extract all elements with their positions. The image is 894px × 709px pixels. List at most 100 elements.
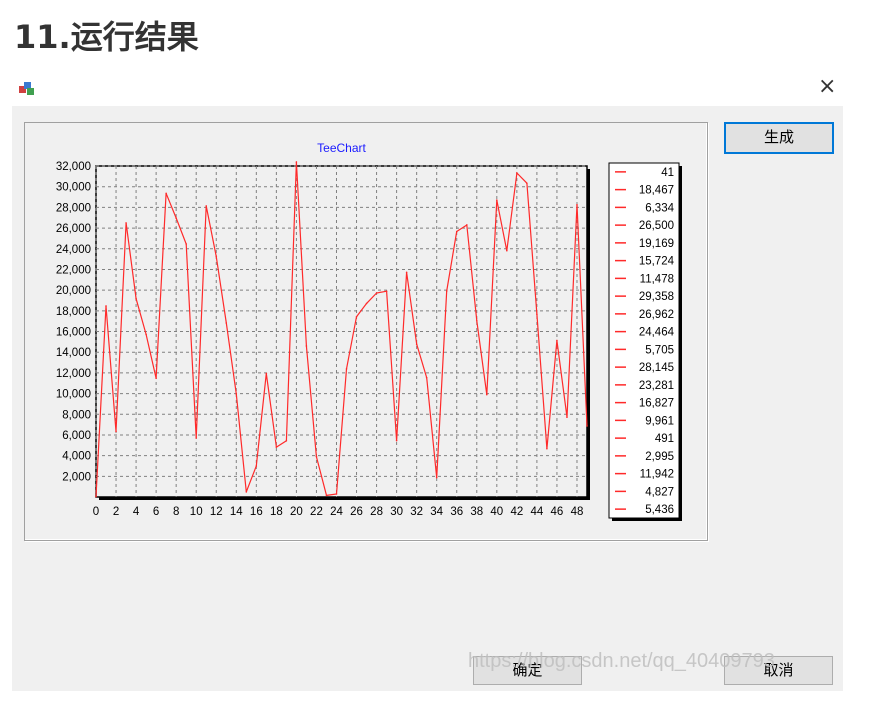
y-tick-label: 14,000 xyxy=(56,347,91,359)
x-tick-label: 44 xyxy=(530,506,543,518)
y-tick-label: 2,000 xyxy=(62,471,91,483)
data-point xyxy=(165,192,167,195)
data-point xyxy=(435,476,438,479)
legend-item: 28,145 xyxy=(639,362,674,374)
x-tick-label: 32 xyxy=(410,506,423,518)
data-point xyxy=(125,222,127,224)
x-tick-label: 18 xyxy=(270,506,283,518)
data-point xyxy=(415,343,418,346)
data-point xyxy=(375,292,378,294)
y-tick-label: 16,000 xyxy=(56,327,91,339)
legend-item: 5,436 xyxy=(645,504,674,516)
legend-box xyxy=(608,162,680,519)
data-point xyxy=(265,372,268,375)
x-tick-label: 0 xyxy=(93,506,99,518)
data-point xyxy=(325,494,328,497)
generate-button[interactable]: 生成 xyxy=(724,122,834,154)
x-tick-label: 20 xyxy=(290,506,303,518)
x-tick-label: 16 xyxy=(250,506,263,518)
y-tick-label: 10,000 xyxy=(56,389,91,401)
x-tick-label: 8 xyxy=(173,506,179,518)
data-point xyxy=(135,297,137,300)
data-point xyxy=(255,465,258,467)
legend-item: 4,827 xyxy=(645,486,674,498)
x-tick-label: 38 xyxy=(470,506,483,518)
legend-item: 23,281 xyxy=(639,380,674,392)
data-point xyxy=(506,249,508,252)
y-tick-label: 22,000 xyxy=(56,264,91,276)
data-point xyxy=(305,345,308,347)
chart-title: TeeChart xyxy=(317,141,366,155)
y-tick-label: 20,000 xyxy=(56,285,91,297)
data-point xyxy=(425,376,428,379)
y-tick-label: 26,000 xyxy=(56,223,91,235)
teechart: TeeChart 2,000 4,000 6,000 8,000 10,000 12,000… xyxy=(56,141,682,521)
data-point xyxy=(455,230,458,233)
y-tick-label: 4,000 xyxy=(62,451,91,463)
app-icon xyxy=(19,82,34,95)
data-point xyxy=(315,455,318,458)
data-point xyxy=(285,439,288,442)
x-tick-label: 4 xyxy=(133,506,140,518)
legend-item: 11,942 xyxy=(640,469,674,481)
data-point xyxy=(145,333,147,336)
data-point xyxy=(105,305,107,307)
data-point xyxy=(566,416,568,419)
data-point xyxy=(405,271,408,274)
data-point xyxy=(536,313,538,315)
x-tick-label: 26 xyxy=(350,506,363,518)
y-tick-label: 30,000 xyxy=(56,182,91,194)
legend-item: 491 xyxy=(655,433,674,445)
data-point xyxy=(275,446,278,448)
x-tick-label: 30 xyxy=(390,506,403,518)
data-point xyxy=(295,161,298,163)
legend-item: 29,358 xyxy=(639,291,674,303)
data-point xyxy=(475,319,478,322)
x-tick-label: 14 xyxy=(230,506,243,518)
legend-item: 6,334 xyxy=(645,202,674,214)
data-point xyxy=(465,224,468,226)
data-point xyxy=(175,217,177,219)
y-tick-label: 28,000 xyxy=(56,202,91,214)
data-point xyxy=(586,425,588,427)
legend-item: 11,478 xyxy=(640,273,674,285)
legend-item: 5,705 xyxy=(645,344,674,356)
x-tick-label: 2 xyxy=(113,506,119,518)
data-point xyxy=(546,447,548,450)
x-tick-label: 36 xyxy=(450,506,463,518)
legend-item: 2,995 xyxy=(645,451,674,463)
legend-item: 26,500 xyxy=(639,220,674,232)
data-point xyxy=(556,339,558,342)
y-tick-label: 24,000 xyxy=(56,244,91,256)
y-tick-label: 18,000 xyxy=(56,306,91,318)
y-tick-label: 12,000 xyxy=(56,368,91,380)
data-point xyxy=(235,393,238,395)
x-tick-label: 48 xyxy=(571,506,584,518)
x-tick-label: 12 xyxy=(210,506,223,518)
data-point xyxy=(195,437,198,439)
x-tick-label: 34 xyxy=(430,506,443,518)
legend-item: 18,467 xyxy=(639,185,674,197)
x-tick-label: 28 xyxy=(370,506,383,518)
ok-button[interactable]: 确定 xyxy=(473,656,582,685)
x-tick-label: 10 xyxy=(190,506,203,518)
legend-item: 15,724 xyxy=(639,256,675,268)
x-tick-label: 24 xyxy=(330,506,343,518)
cancel-button[interactable]: 取消 xyxy=(724,656,833,685)
legend-item: 41 xyxy=(661,167,674,179)
legend-item: 19,169 xyxy=(639,238,674,250)
data-point xyxy=(355,316,358,318)
y-tick-label: 8,000 xyxy=(62,409,91,421)
data-point xyxy=(345,368,348,370)
x-tick-label: 46 xyxy=(551,506,564,518)
x-tick-label: 40 xyxy=(490,506,503,518)
data-point xyxy=(576,203,578,206)
data-point xyxy=(395,439,398,442)
legend-item: 26,962 xyxy=(639,309,674,321)
close-icon[interactable]: × xyxy=(818,74,836,99)
data-point xyxy=(155,377,157,380)
x-tick-label: 42 xyxy=(510,506,523,518)
data-point xyxy=(215,255,218,257)
data-point xyxy=(485,393,488,396)
legend-item: 24,464 xyxy=(639,327,675,339)
